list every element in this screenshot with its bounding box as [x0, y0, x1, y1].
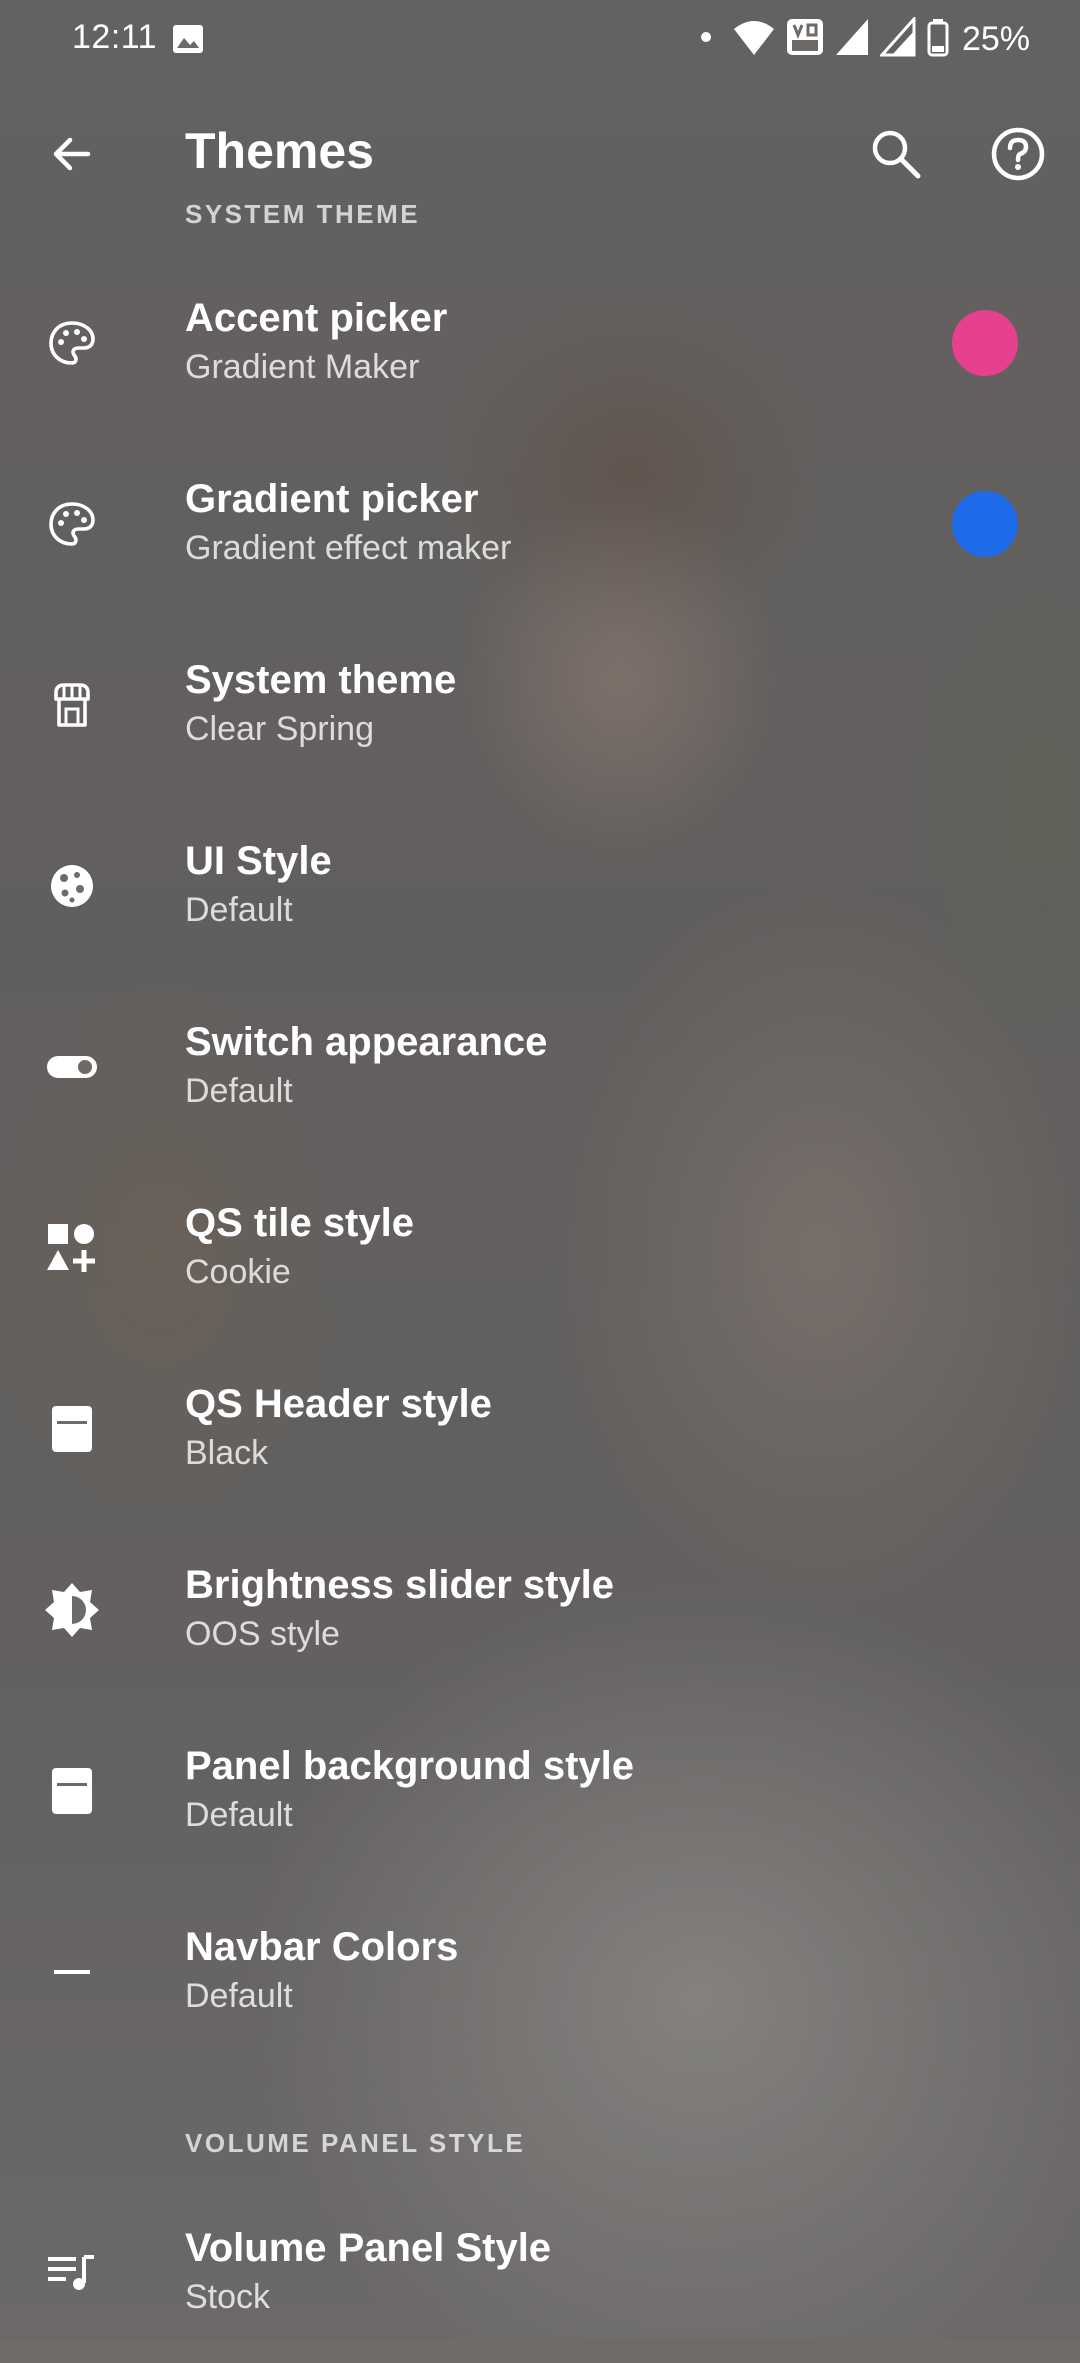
pref-gradient-picker[interactable]: Gradient picker Gradient effect maker: [0, 433, 1080, 614]
page-title: Themes: [185, 123, 374, 179]
shapes-icon: [32, 1208, 112, 1288]
pref-summary: Clear Spring: [185, 710, 374, 748]
battery-icon: [926, 17, 950, 62]
header-panel-icon: [32, 1389, 112, 1469]
pref-title: Navbar Colors: [185, 1925, 459, 1969]
palette-icon: [32, 303, 112, 383]
status-time: 12:11: [72, 18, 158, 56]
pref-summary: Gradient effect maker: [185, 529, 512, 567]
pref-title: QS Header style: [185, 1382, 492, 1426]
dot-icon: [698, 12, 722, 67]
accent-color-swatch: [952, 309, 1018, 376]
pref-volume-panel-style[interactable]: Volume Panel Style Stock: [0, 2182, 1080, 2363]
pref-system-theme[interactable]: System theme Clear Spring: [0, 614, 1080, 795]
pref-title: Volume Panel Style: [185, 2226, 552, 2270]
pref-ui-style[interactable]: UI Style Default: [0, 795, 1080, 976]
pref-summary: OOS style: [185, 1615, 340, 1653]
pref-summary: Default: [185, 1796, 293, 1834]
store-icon: [32, 665, 112, 745]
pref-summary: Stock: [185, 2278, 271, 2316]
gallery-icon: [172, 24, 204, 54]
pref-title: Accent picker: [185, 296, 448, 340]
pref-title: Panel background style: [185, 1744, 635, 1788]
status-bar: 12:11 25%: [0, 0, 1080, 80]
signal-icon: [834, 17, 870, 62]
brightness-icon: [32, 1570, 112, 1650]
toggle-icon: [32, 1027, 112, 1107]
signal-icon: [878, 14, 916, 62]
pref-qs-tile-style[interactable]: QS tile style Cookie: [0, 1157, 1080, 1338]
search-button[interactable]: [858, 116, 934, 192]
pref-title: Brightness slider style: [185, 1563, 615, 1607]
back-button[interactable]: [36, 118, 108, 190]
section-header-volume-panel: VOLUME PANEL STYLE: [185, 2128, 526, 2158]
pref-navbar-colors[interactable]: Navbar Colors Default: [0, 1881, 1080, 2062]
navbar-icon: [32, 1932, 112, 2012]
pref-title: Switch appearance: [185, 1020, 548, 1064]
pref-qs-header-style[interactable]: QS Header style Black: [0, 1338, 1080, 1519]
palette-icon: [32, 484, 112, 564]
arrow-back-icon: [53, 137, 91, 171]
gradient-color-swatch: [952, 490, 1018, 557]
pref-summary: Default: [185, 1977, 293, 2015]
pref-title: System theme: [185, 658, 457, 702]
volte-icon: [786, 17, 824, 62]
panel-icon: [32, 1751, 112, 1831]
help-icon: [991, 127, 1045, 181]
help-button[interactable]: [980, 116, 1056, 192]
pref-panel-background-style[interactable]: Panel background style Default: [0, 1700, 1080, 1881]
pref-summary: Default: [185, 891, 293, 929]
pref-accent-picker[interactable]: Accent picker Gradient Maker: [0, 252, 1080, 433]
cookie-icon: [32, 846, 112, 926]
pref-title: UI Style: [185, 839, 332, 883]
queue-music-icon: [32, 2233, 112, 2313]
search-icon: [872, 130, 921, 179]
section-header-system-theme: SYSTEM THEME: [185, 199, 421, 229]
pref-summary: Default: [185, 1072, 293, 1110]
pref-summary: Black: [185, 1434, 269, 1472]
wifi-icon: [732, 17, 776, 62]
pref-switch-appearance[interactable]: Switch appearance Default: [0, 976, 1080, 1157]
battery-percentage: 25%: [961, 19, 1030, 58]
pref-summary: Cookie: [185, 1253, 291, 1291]
pref-title: Gradient picker: [185, 477, 479, 521]
pref-brightness-slider-style[interactable]: Brightness slider style OOS style: [0, 1519, 1080, 1700]
pref-title: QS tile style: [185, 1201, 414, 1245]
pref-summary: Gradient Maker: [185, 348, 420, 386]
